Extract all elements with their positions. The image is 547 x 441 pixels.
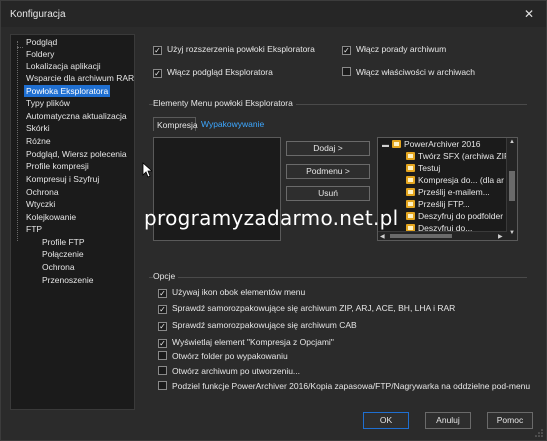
tree-item-rozne[interactable]: Różne xyxy=(24,135,53,147)
tree-item-przenoszenie[interactable]: Przenoszenie xyxy=(40,274,96,286)
scroll-up-icon[interactable]: ▲ xyxy=(509,139,515,145)
scroll-thumb[interactable] xyxy=(509,171,515,201)
checkbox-checked[interactable] xyxy=(158,289,167,298)
ok-button[interactable]: OK xyxy=(363,412,409,429)
tree-item-profile-kompresji[interactable]: Profile kompresji xyxy=(24,160,91,172)
resize-grip-icon[interactable] xyxy=(535,429,543,437)
scroll-left-icon[interactable]: ◀ xyxy=(380,233,385,240)
checkbox-label: Włącz właściwości w archiwach xyxy=(356,67,476,77)
explorer-preview-checkbox[interactable]: Włącz podgląd Eksploratora xyxy=(153,66,273,78)
checkbox-checked[interactable] xyxy=(342,46,351,55)
checkbox-label: Włącz porady archiwum xyxy=(356,44,447,54)
tree-item-wtyczki[interactable]: Wtyczki xyxy=(24,198,57,210)
checkbox-label: Włącz podgląd Eksploratora xyxy=(167,67,273,77)
folder-icon xyxy=(406,164,415,172)
title-bar: Konfiguracja ✕ xyxy=(1,1,546,27)
tree-item-ftp[interactable]: FTP xyxy=(24,223,44,235)
archive-properties-checkbox[interactable]: Włącz właściwości w archiwach xyxy=(342,66,475,78)
tree-item-typy-plikow[interactable]: Typy plików xyxy=(24,97,72,109)
checkbox-label: Otwórz archiwum po utworzeniu... xyxy=(172,366,301,376)
options-group-line xyxy=(149,277,527,278)
vertical-scrollbar[interactable]: ▲ ▼ xyxy=(506,138,517,240)
window-title: Konfiguracja xyxy=(10,9,66,20)
mouse-pointer-icon xyxy=(142,162,152,178)
context-tree-item[interactable]: Deszyfruj do podfolder xyxy=(406,211,503,222)
tree-item-skorki[interactable]: Skórki xyxy=(24,122,52,134)
checkbox-label: Otwórz folder po wypakowaniu xyxy=(172,351,288,361)
checkbox-label: Używaj ikon obok elementów menu xyxy=(172,287,306,297)
tree-connector xyxy=(17,41,18,241)
option-compress-with-options-checkbox[interactable]: Wyświetlaj element "Kompresja z Opcjami" xyxy=(158,336,334,348)
remove-button[interactable]: Usuń xyxy=(286,186,370,201)
tree-item-ochrona[interactable]: Ochrona xyxy=(24,186,61,198)
tree-item-kolejkowanie[interactable]: Kolejkowanie xyxy=(24,211,78,223)
checkbox-label: Sprawdź samorozpakowujące się archiwum Z… xyxy=(172,303,456,313)
use-shell-extension-checkbox[interactable]: Użyj rozszerzenia powłoki Eksploratora xyxy=(153,43,315,55)
tree-connector xyxy=(17,47,23,48)
archive-tips-checkbox[interactable]: Włącz porady archiwum xyxy=(342,43,446,55)
checkbox-label: Sprawdź samorozpakowujące się archiwum C… xyxy=(172,320,357,330)
submenu-button[interactable]: Podmenu > xyxy=(286,164,370,179)
context-tree-item[interactable]: Prześlij e-mailem... xyxy=(406,187,490,198)
checkbox-unchecked[interactable] xyxy=(342,67,351,76)
help-button[interactable]: Pomoc xyxy=(487,412,533,429)
close-icon[interactable]: ✕ xyxy=(522,7,536,21)
tree-item-foldery[interactable]: Foldery xyxy=(24,48,56,60)
folder-icon xyxy=(406,212,415,220)
context-tree-root[interactable]: ▬ PowerArchiver 2016 xyxy=(382,139,481,150)
option-split-submenu-checkbox[interactable]: Podziel funkcje PowerArchiver 2016/Kopia… xyxy=(158,380,530,392)
add-button[interactable]: Dodaj > xyxy=(286,141,370,156)
checkbox-label: Wyświetlaj element "Kompresja z Opcjami" xyxy=(172,337,334,347)
checkbox-checked[interactable] xyxy=(153,69,162,78)
tree-item-lokalizacja[interactable]: Lokalizacja aplikacji xyxy=(24,60,103,72)
checkbox-checked[interactable] xyxy=(158,305,167,314)
tree-item-aktualizacja[interactable]: Automatyczna aktualizacja xyxy=(24,110,129,122)
tree-item-rar[interactable]: Wsparcie dla archiwum RAR xyxy=(24,72,134,84)
horizontal-scrollbar[interactable]: ◀ ▶ xyxy=(378,231,507,240)
tree-item-ftp-ochrona[interactable]: Ochrona xyxy=(40,261,77,273)
tab-kompresja[interactable]: Kompresja xyxy=(153,117,198,131)
checkbox-checked[interactable] xyxy=(158,339,167,348)
folder-icon xyxy=(406,188,415,196)
settings-tree[interactable]: Podgląd Foldery Lokalizacja aplikacji Ws… xyxy=(10,34,135,410)
checkbox-label: Podziel funkcje PowerArchiver 2016/Kopia… xyxy=(172,381,531,391)
folder-icon xyxy=(406,176,415,184)
option-menu-icons-checkbox[interactable]: Używaj ikon obok elementów menu xyxy=(158,286,305,298)
checkbox-checked[interactable] xyxy=(158,322,167,331)
cancel-button[interactable]: Anuluj xyxy=(425,412,471,429)
tab-wypakowywanie[interactable]: Wypakowywanie xyxy=(198,117,267,131)
checkbox-unchecked[interactable] xyxy=(158,366,167,375)
option-check-sfx-zip-checkbox[interactable]: Sprawdź samorozpakowujące się archiwum Z… xyxy=(158,302,455,314)
checkbox-label: Użyj rozszerzenia powłoki Eksploratora xyxy=(167,44,315,54)
scroll-thumb[interactable] xyxy=(390,234,452,238)
folder-icon xyxy=(392,140,401,148)
tree-item-polaczenie[interactable]: Połączenie xyxy=(40,248,86,260)
watermark-text: programyzadarmo.net.pl xyxy=(144,206,399,230)
scroll-down-icon[interactable]: ▼ xyxy=(509,230,515,236)
checkbox-unchecked[interactable] xyxy=(158,381,167,390)
menu-elements-group-title: Elementy Menu powłoki Eksploratora xyxy=(153,98,296,108)
tree-item-podglad[interactable]: Podgląd xyxy=(24,36,59,48)
tree-item-profile-ftp[interactable]: Profile FTP xyxy=(40,236,87,248)
checkbox-unchecked[interactable] xyxy=(158,351,167,360)
checkbox-checked[interactable] xyxy=(153,46,162,55)
context-tree-item[interactable]: Kompresja do... (dla ar xyxy=(406,175,504,186)
context-tree-item[interactable]: Twórz SFX (archiwa ZIP xyxy=(406,151,510,162)
tree-item-wiersz-polecenia[interactable]: Podgląd, Wiersz polecenia xyxy=(24,148,129,160)
folder-icon xyxy=(406,152,415,160)
tree-item-kompresuj-szyfruj[interactable]: Kompresuj i Szyfruj xyxy=(24,173,101,185)
collapse-icon[interactable]: ▬ xyxy=(382,142,389,149)
option-check-sfx-cab-checkbox[interactable]: Sprawdź samorozpakowujące się archiwum C… xyxy=(158,319,357,331)
option-open-folder-checkbox[interactable]: Otwórz folder po wypakowaniu xyxy=(158,350,288,362)
context-tree-item[interactable]: Prześlij FTP... xyxy=(406,199,470,210)
scroll-right-icon[interactable]: ▶ xyxy=(498,233,503,240)
configuration-dialog: Konfiguracja ✕ Podgląd Foldery Lokalizac… xyxy=(0,0,547,441)
option-open-archive-checkbox[interactable]: Otwórz archiwum po utworzeniu... xyxy=(158,365,300,377)
folder-icon xyxy=(406,200,415,208)
context-tree-item[interactable]: Testuj xyxy=(406,163,440,174)
options-group-title: Opcje xyxy=(153,271,179,281)
tree-item-powloka-selected[interactable]: Powłoka Eksploratora xyxy=(24,85,111,97)
